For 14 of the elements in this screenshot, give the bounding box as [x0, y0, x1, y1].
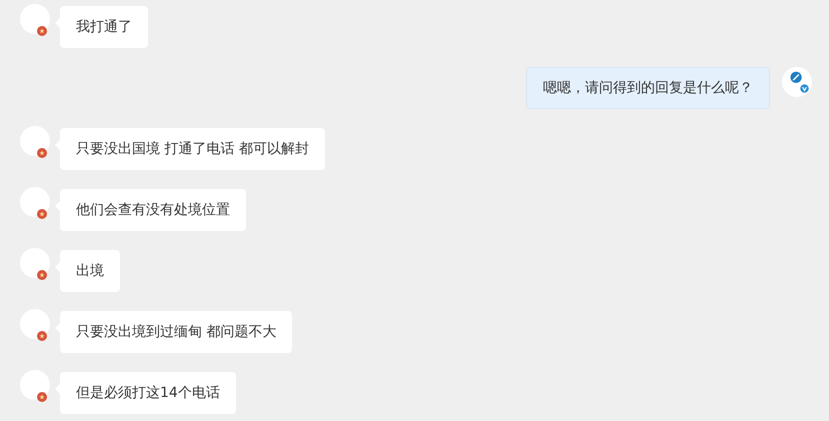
avatar-icon[interactable]: [20, 4, 50, 34]
avatar-icon[interactable]: [782, 67, 812, 97]
message-bubble: 只要没出国境 打通了电话 都可以解封: [60, 128, 325, 170]
message-bubble: 只要没出境到过缅甸 都问题不大: [60, 311, 292, 353]
avatar-icon[interactable]: [20, 187, 50, 217]
message-bubble: 但是必须打这14个电话: [60, 372, 236, 414]
avatar-icon[interactable]: [20, 309, 50, 339]
message-bubble: 我打通了: [60, 6, 148, 48]
message-bubble: 他们会查有没有处境位置: [60, 189, 246, 231]
avatar-icon[interactable]: [20, 370, 50, 400]
message-bubble: 嗯嗯，请问得到的回复是什么呢？: [526, 67, 770, 109]
avatar-icon[interactable]: [20, 248, 50, 278]
message-bubble: 出境: [60, 250, 120, 292]
avatar-icon[interactable]: [20, 126, 50, 156]
